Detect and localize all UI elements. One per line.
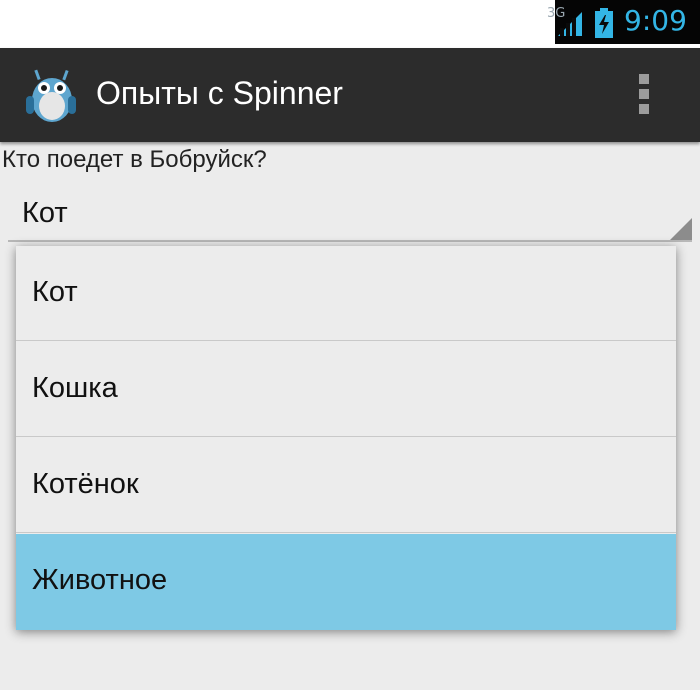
spinner[interactable]: Кот (8, 188, 692, 242)
spinner-selected-value: Кот (22, 197, 68, 229)
action-bar: Опыты с Spinner (0, 48, 700, 142)
prompt-label: Кто поедет в Бобруйск? (2, 146, 267, 173)
app-title: Опыты с Spinner (96, 75, 343, 111)
spinner-dropdown-list: Кот Кошка Котёнок Животное (16, 246, 676, 630)
overflow-menu-icon[interactable] (628, 70, 660, 120)
dropdown-option-label: Котёнок (32, 468, 139, 500)
status-bar: 3G 9:09 (0, 0, 700, 48)
dropdown-option-highlighted[interactable]: Животное (16, 534, 676, 630)
dropdown-option[interactable]: Кот (16, 246, 676, 341)
status-clock: 9:09 (624, 4, 687, 37)
dropdown-option-label: Животное (32, 564, 168, 596)
signal-strength-icon (558, 12, 582, 36)
dropdown-option[interactable]: Котёнок (16, 438, 676, 533)
spinner-dropdown-arrow-icon (670, 218, 692, 240)
android-robot-icon[interactable] (22, 66, 80, 126)
dropdown-option[interactable]: Кошка (16, 342, 676, 437)
dropdown-option-label: Кошка (32, 372, 118, 404)
battery-charging-icon (595, 8, 613, 38)
dropdown-option-label: Кот (32, 276, 78, 308)
spinner-underline (8, 240, 692, 242)
